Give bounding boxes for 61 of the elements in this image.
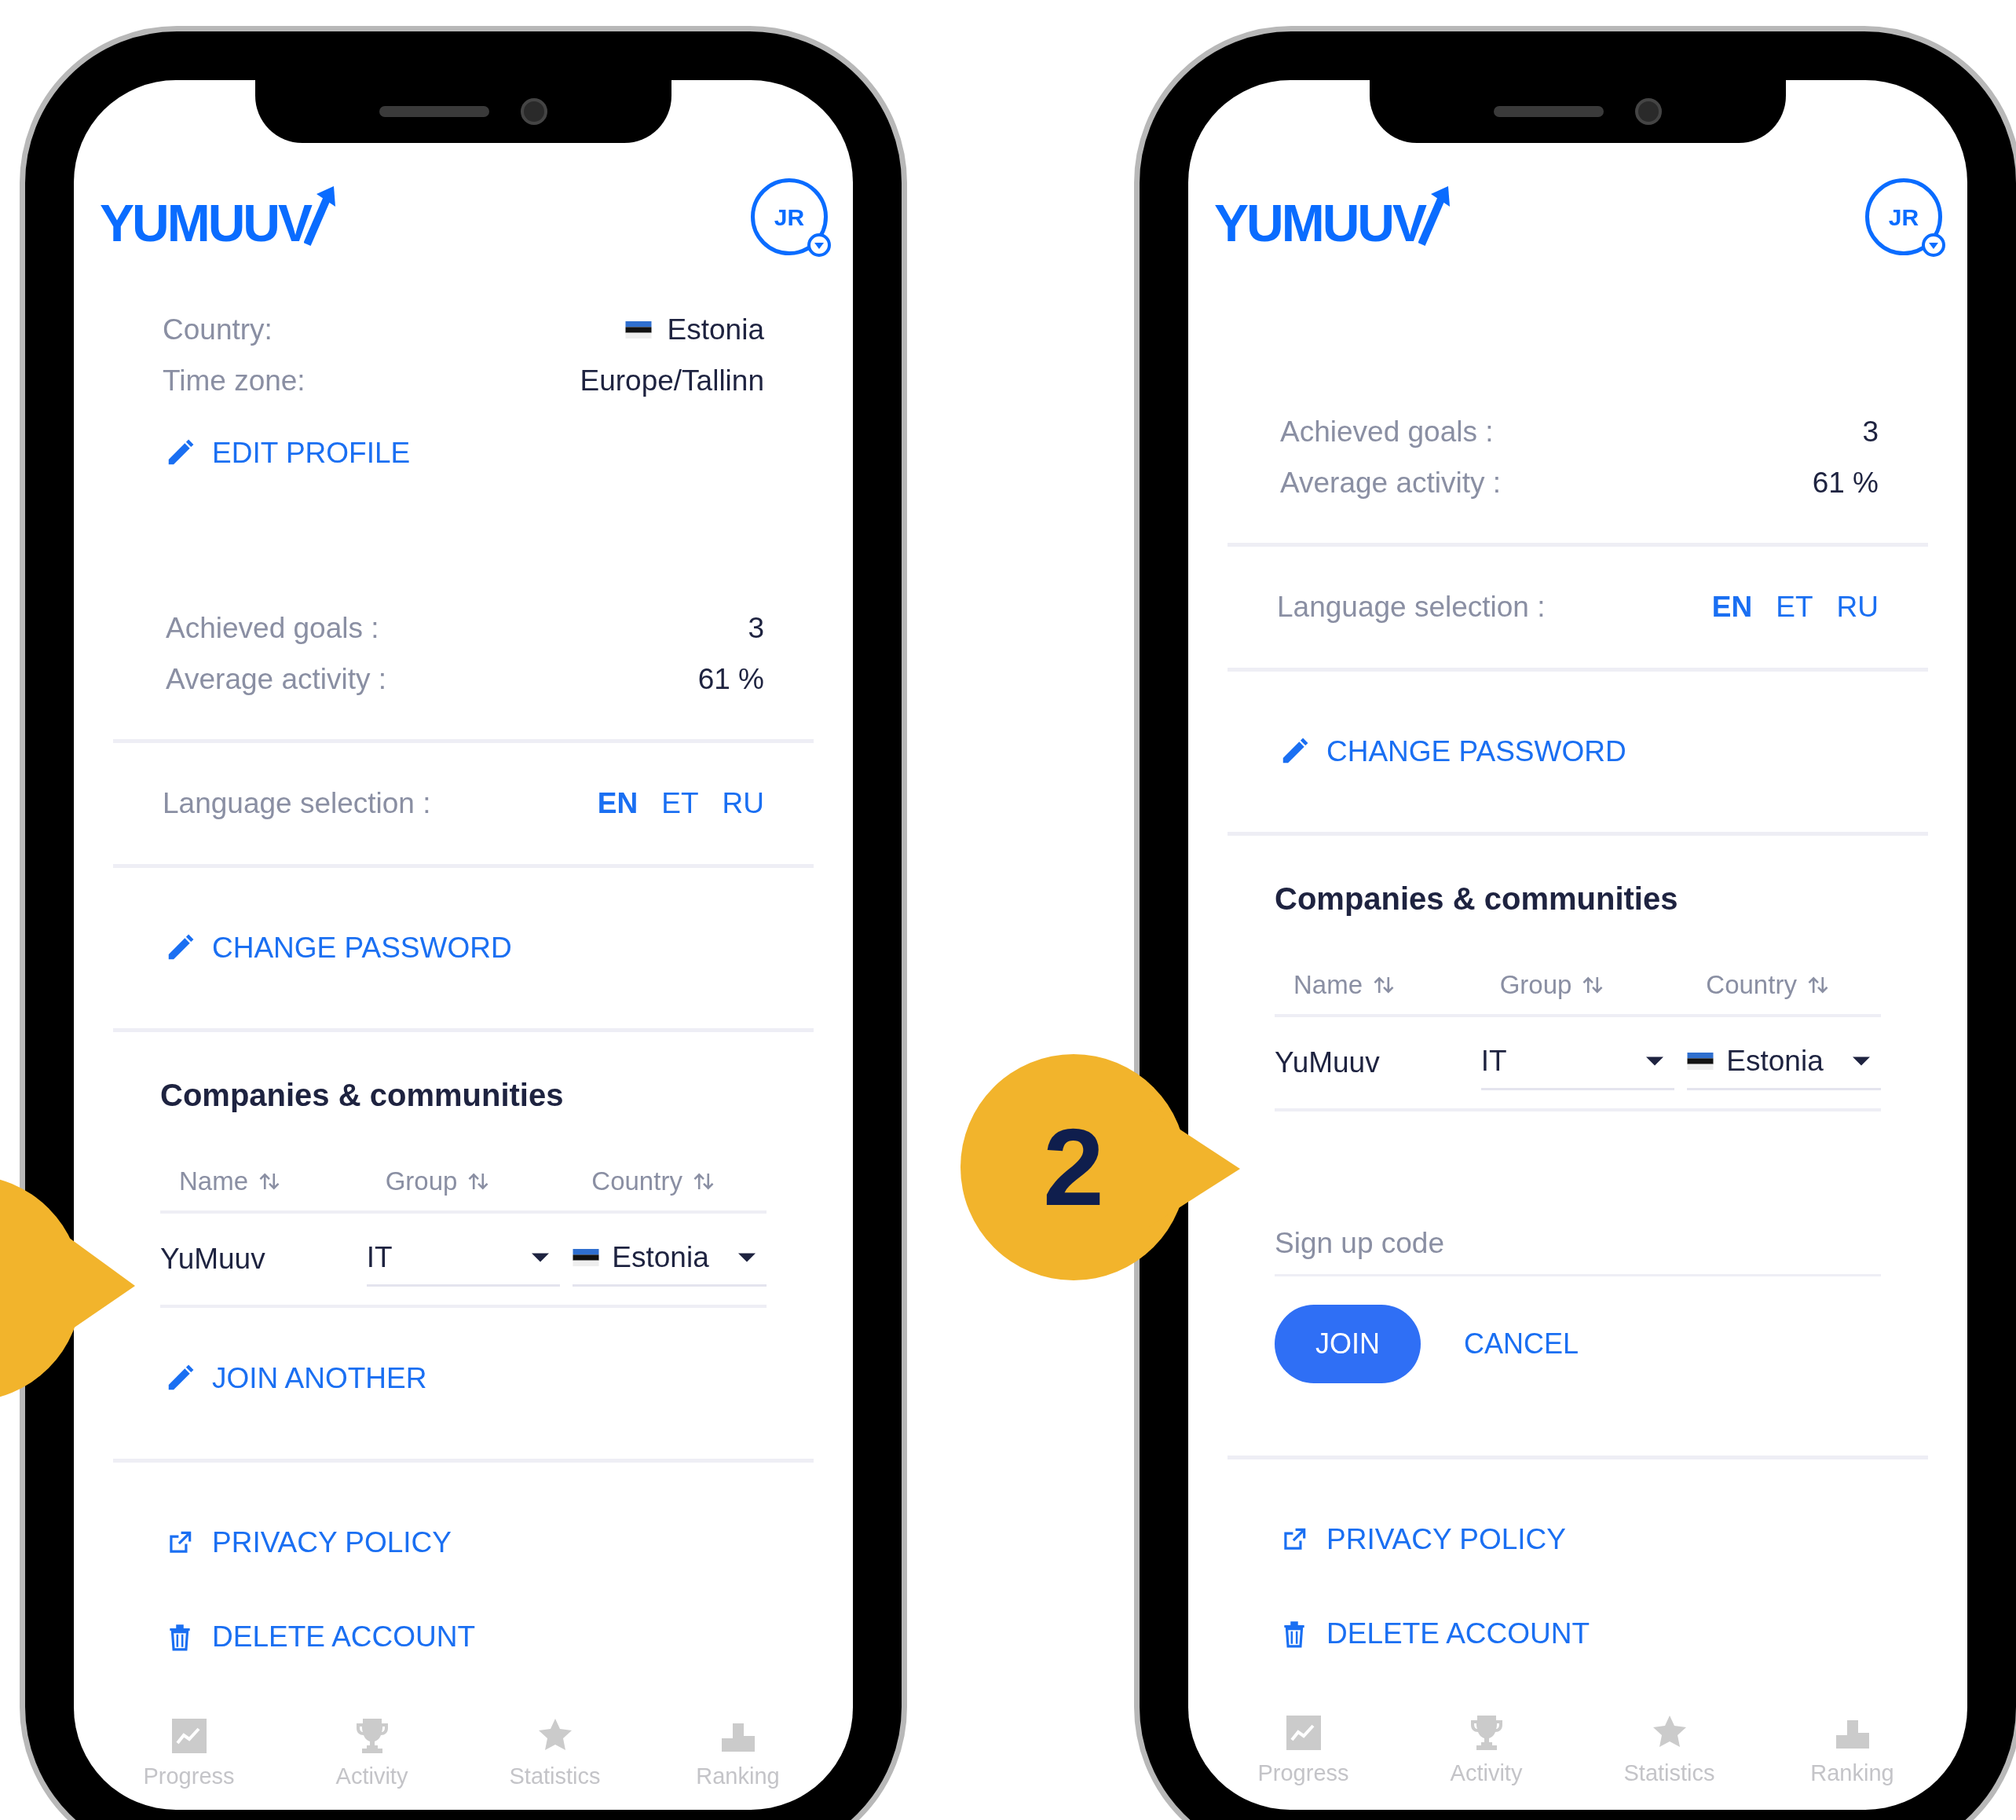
- field-value: 3: [748, 610, 764, 646]
- field-label: Language selection :: [163, 786, 431, 822]
- camera: [521, 98, 547, 125]
- field-label: Average activity :: [166, 661, 387, 697]
- language-option[interactable]: EN: [597, 782, 638, 826]
- group-dropdown[interactable]: IT: [366, 1231, 561, 1287]
- section-heading: Companies & communities: [1275, 881, 1679, 917]
- chart-icon: [1284, 1713, 1323, 1752]
- field-label: Average activity :: [1280, 465, 1502, 500]
- column-header[interactable]: Name: [160, 1162, 354, 1201]
- link[interactable]: DELETE ACCOUNT: [1257, 1586, 1612, 1681]
- language-option[interactable]: EN: [1711, 585, 1753, 629]
- field-label: Achieved goals :: [166, 610, 379, 646]
- logo: YUMUUV: [100, 185, 335, 249]
- field-value: 3: [1862, 414, 1879, 449]
- camera: [1635, 98, 1662, 125]
- link[interactable]: CHANGE PASSWORD: [1257, 705, 1648, 799]
- caret-icon: [1646, 1056, 1664, 1066]
- section-heading: Companies & communities: [160, 1077, 565, 1114]
- link[interactable]: CHANGE PASSWORD: [143, 901, 534, 995]
- join-button[interactable]: JOIN: [1275, 1304, 1421, 1383]
- language-option[interactable]: RU: [722, 782, 764, 826]
- column-header[interactable]: Group: [366, 1162, 561, 1201]
- link[interactable]: PRIVACY POLICY: [143, 1495, 474, 1590]
- flag-icon: [573, 1249, 600, 1266]
- chart-icon: [170, 1716, 208, 1755]
- field-label: Language selection :: [1277, 590, 1546, 625]
- link[interactable]: PRIVACY POLICY: [1257, 1492, 1588, 1587]
- table-cell-text: YuMuuv: [160, 1241, 266, 1276]
- field-value: Europe/Tallinn: [580, 363, 764, 398]
- step-number: 2: [1043, 1112, 1104, 1222]
- field-label: Achieved goals :: [1280, 414, 1494, 449]
- link[interactable]: DELETE ACCOUNT: [143, 1589, 498, 1684]
- flag-icon: [624, 320, 652, 339]
- table-cell-text: YuMuuv: [1275, 1045, 1381, 1080]
- field-value: Estonia: [667, 312, 764, 347]
- country-dropdown[interactable]: Estonia: [1687, 1035, 1881, 1090]
- link[interactable]: EDIT PROFILE: [143, 406, 433, 500]
- logo: YUMUUV: [1214, 185, 1450, 249]
- caret-icon: [807, 233, 832, 258]
- language-option[interactable]: ET: [661, 782, 699, 826]
- column-header[interactable]: Country: [1687, 965, 1881, 1005]
- country-dropdown[interactable]: Estonia: [573, 1231, 767, 1287]
- caret-icon: [532, 1253, 550, 1262]
- caret-icon: [738, 1253, 756, 1262]
- cancel-button[interactable]: CANCEL: [1464, 1304, 1579, 1383]
- caret-icon: [1921, 233, 1946, 258]
- language-option[interactable]: ET: [1776, 585, 1813, 629]
- caret-icon: [1853, 1056, 1870, 1066]
- field-label: Country:: [163, 312, 273, 347]
- field-label: Time zone:: [163, 363, 306, 398]
- field-value: 61 %: [1812, 465, 1879, 500]
- field-value: 61 %: [697, 661, 764, 697]
- language-option[interactable]: RU: [1836, 585, 1879, 629]
- column-header[interactable]: Group: [1480, 965, 1675, 1005]
- link[interactable]: JOIN ANOTHER: [143, 1331, 449, 1426]
- column-header[interactable]: Country: [573, 1162, 767, 1201]
- group-dropdown[interactable]: IT: [1480, 1035, 1675, 1090]
- column-header[interactable]: Name: [1275, 965, 1469, 1005]
- code-input-field[interactable]: Sign up code: [1275, 1213, 1881, 1276]
- flag-icon: [1687, 1053, 1714, 1070]
